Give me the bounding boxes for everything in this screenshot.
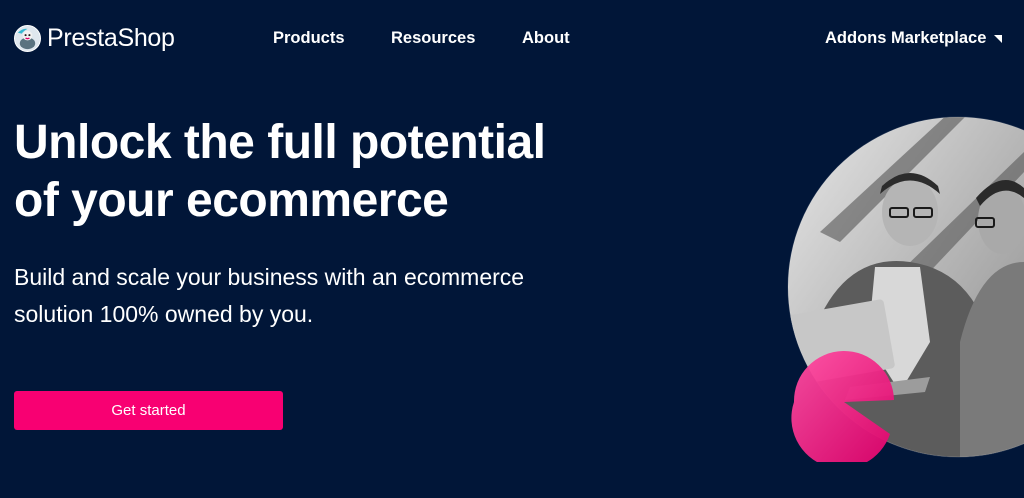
top-navigation: PrestaShop Products Resources About Addo… xyxy=(0,0,1024,78)
hero-title-line-1: Unlock the full potential xyxy=(14,116,546,169)
nav-item-products[interactable]: Products xyxy=(273,29,345,48)
brand-logo-link[interactable]: PrestaShop xyxy=(14,24,175,53)
hero-photo-illustration xyxy=(787,116,1024,462)
nav-item-resources[interactable]: Resources xyxy=(391,29,475,48)
hero-title-line-2: of your ecommerce xyxy=(14,174,449,227)
brand-name: PrestaShop xyxy=(47,24,175,52)
get-started-button[interactable]: Get started xyxy=(14,391,283,430)
hero-title: Unlock the full potential of your ecomme… xyxy=(14,114,634,230)
nav-item-about[interactable]: About xyxy=(522,29,570,48)
page: PrestaShop Products Resources About Addo… xyxy=(0,0,1024,498)
hero-subtitle: Build and scale your business with an ec… xyxy=(14,259,614,333)
hero-subtitle-line-2: solution 100% owned by you. xyxy=(14,301,314,327)
nav-item-addons-marketplace[interactable]: Addons Marketplace xyxy=(825,29,1003,48)
hero-subtitle-line-1: Build and scale your business with an ec… xyxy=(14,264,525,290)
hero-image xyxy=(780,112,1024,462)
prestashop-logo-icon xyxy=(14,25,41,52)
external-arrow-icon xyxy=(994,34,1003,43)
addons-marketplace-label: Addons Marketplace xyxy=(825,29,987,47)
